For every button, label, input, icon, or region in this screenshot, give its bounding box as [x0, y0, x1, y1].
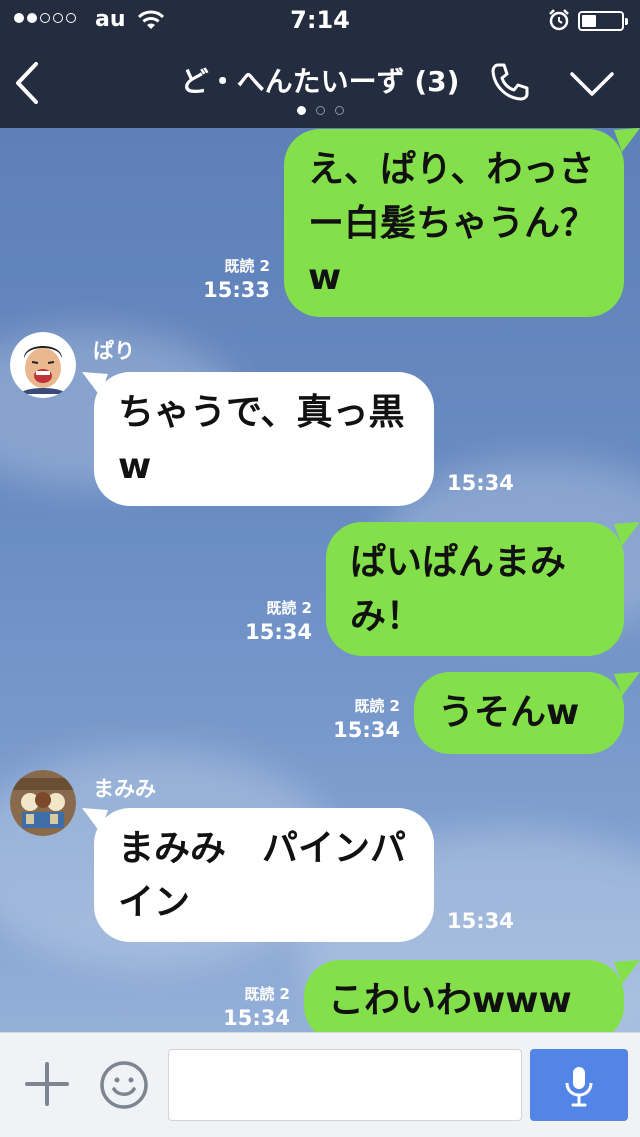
incoming-message-bubble[interactable]: まみみ パインパイン: [94, 808, 434, 942]
message-meta: 既読 2 15:34: [245, 598, 312, 646]
message-input[interactable]: [168, 1049, 522, 1121]
bubble-tail: [614, 672, 640, 696]
incoming-message-bubble[interactable]: ちゃうで、真っ黒w: [94, 372, 434, 506]
message-meta: 既読 2 15:33: [203, 256, 270, 304]
message-time: 15:34: [245, 620, 312, 644]
avatar-pari[interactable]: [10, 332, 76, 398]
phone-icon[interactable]: [488, 60, 532, 104]
status-time: 7:14: [290, 6, 350, 34]
battery-icon: [578, 11, 628, 31]
read-receipt: 既読 2: [354, 697, 400, 715]
message-time: 15:34: [223, 1006, 290, 1030]
chat-header: ど・へんたいーず (3): [0, 40, 640, 128]
message-input-bar: [0, 1032, 640, 1137]
read-receipt: 既読 2: [244, 985, 290, 1003]
chevron-down-icon[interactable]: [566, 62, 618, 106]
message-meta: 既読 2 15:34: [333, 696, 400, 744]
sender-name: まみみ: [93, 777, 156, 801]
read-receipt: 既読 2: [224, 257, 270, 275]
message-meta: 既読 2 15:34: [223, 984, 290, 1032]
outgoing-message-bubble[interactable]: こわいわwww: [304, 960, 624, 1032]
microphone-button[interactable]: [530, 1049, 628, 1121]
bubble-tail: [614, 522, 640, 546]
outgoing-message-bubble[interactable]: え、ぱり、わっさー白髪ちゃうん？w: [284, 129, 624, 317]
outgoing-message-bubble[interactable]: ぱいぱんまみみ！: [326, 522, 624, 656]
alarm-icon: [549, 9, 569, 31]
page-indicator: [0, 106, 640, 115]
sender-name: ぱり: [93, 339, 135, 363]
chat-area[interactable]: 既読 2 15:33 え、ぱり、わっさー白髪ちゃうん？w ぱり ちゃうで、真っ黒…: [0, 128, 640, 1032]
status-bar: au 7:14: [0, 0, 640, 40]
message-time: 15:34: [447, 471, 514, 495]
message-time: 15:34: [447, 909, 514, 933]
message-time: 15:33: [203, 278, 270, 302]
bubble-tail: [614, 128, 640, 152]
read-receipt: 既読 2: [266, 599, 312, 617]
emoji-icon[interactable]: [98, 1059, 150, 1111]
chat-title[interactable]: ど・へんたいーず (3): [0, 60, 640, 100]
bubble-tail: [614, 960, 640, 984]
microphone-icon: [565, 1067, 593, 1107]
message-time: 15:34: [333, 718, 400, 742]
avatar-mamimi[interactable]: [10, 770, 76, 836]
outgoing-message-bubble[interactable]: うそんw: [414, 672, 624, 754]
plus-icon[interactable]: [24, 1061, 70, 1107]
